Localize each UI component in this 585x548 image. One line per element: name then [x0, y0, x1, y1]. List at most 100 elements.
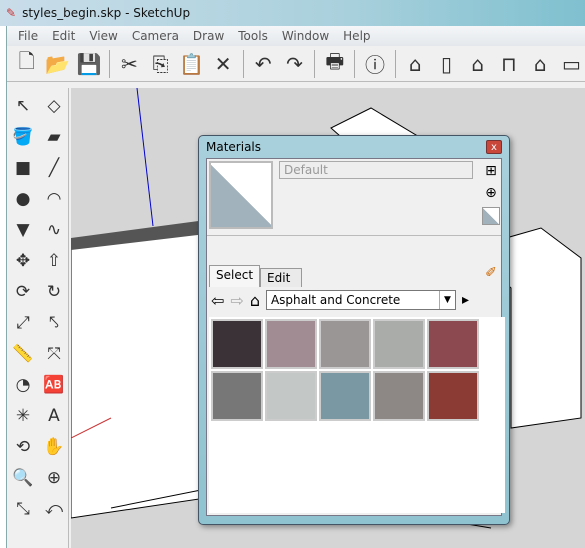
front-view-icon[interactable]: ⌂ — [464, 50, 491, 78]
material-name-field[interactable]: Default — [279, 161, 473, 179]
details-icon[interactable]: ⊞ — [482, 163, 500, 181]
toolbar-separator — [242, 49, 244, 78]
chevron-down-icon[interactable]: ▼ — [438, 291, 455, 309]
paint-bucket-icon[interactable]: 🪣 — [9, 123, 37, 151]
paste-icon[interactable]: 📋 — [178, 50, 205, 78]
material-swatch[interactable] — [427, 319, 479, 369]
toolbar-separator — [354, 49, 356, 78]
orbit-icon[interactable]: ⟲ — [9, 433, 37, 461]
follow-me-icon[interactable]: ↻ — [40, 278, 68, 306]
home-icon[interactable]: ⌂ — [250, 291, 260, 310]
material-preview — [209, 161, 273, 229]
menu-camera[interactable]: Camera — [125, 29, 186, 43]
dialog-title: Materials — [206, 140, 262, 154]
menu-bar: File Edit View Camera Draw Tools Window Help — [7, 26, 585, 46]
arc-icon[interactable]: ◠ — [40, 185, 68, 213]
close-button[interactable]: x — [486, 140, 502, 154]
3d-text-icon[interactable]: A — [40, 402, 68, 430]
toolbar-separator — [314, 49, 316, 78]
divider — [207, 235, 501, 236]
nav-row: ⇦ ⇨ ⌂ Asphalt and Concrete ▼ ▸ — [211, 289, 501, 311]
tab-select[interactable]: Select — [209, 265, 261, 287]
zoom-window-icon[interactable]: ⊕ — [40, 464, 68, 492]
scale-icon[interactable]: ⤢ — [9, 309, 37, 337]
main-toolbar: 🗋 📂 💾 ✂ ⎘ 📋 ✕ ↶ ↷ 🖶 ⓘ ⌂ ▯ ⌂ ⊓ ⌂ ▭ — [7, 46, 585, 82]
pan-icon[interactable]: ✋ — [40, 433, 68, 461]
tab-bar: Select Edit — [209, 265, 303, 287]
push-pull-icon[interactable]: ⇧ — [40, 247, 68, 275]
zoom-extents-icon[interactable]: ⤡ — [9, 495, 37, 523]
menu-file[interactable]: File — [11, 29, 45, 43]
collection-value: Asphalt and Concrete — [270, 293, 401, 307]
right-view-icon[interactable]: ⊓ — [495, 50, 522, 78]
iso-view-icon[interactable]: ⌂ — [402, 50, 429, 78]
copy-icon[interactable]: ⎘ — [147, 50, 174, 78]
material-swatch[interactable] — [373, 319, 425, 369]
save-icon[interactable]: 💾 — [76, 50, 103, 78]
material-swatch[interactable] — [319, 371, 371, 421]
tab-edit[interactable]: Edit — [260, 268, 303, 287]
material-swatch[interactable] — [427, 371, 479, 421]
sketchup-logo-icon: ✎ — [6, 6, 17, 20]
material-swatch[interactable] — [211, 371, 263, 421]
move-icon[interactable]: ✥ — [9, 247, 37, 275]
sample-paint-icon[interactable]: ✐ — [482, 265, 500, 283]
blue-axis — [136, 88, 154, 227]
make-component-icon[interactable]: ◇ — [40, 92, 68, 120]
print-icon[interactable]: 🖶 — [321, 49, 348, 78]
tape-measure-icon[interactable]: 📏 — [9, 340, 37, 368]
material-swatch[interactable] — [319, 319, 371, 369]
material-swatch[interactable] — [265, 319, 317, 369]
previous-icon[interactable]: ⤺ — [40, 495, 68, 523]
rectangle-icon[interactable]: ■ — [9, 154, 37, 182]
top-view-icon[interactable]: ▯ — [433, 50, 460, 78]
eraser-icon[interactable]: ▰ — [40, 123, 68, 151]
dimension-icon[interactable]: ⤧ — [40, 340, 68, 368]
select-icon[interactable]: ↖ — [9, 92, 37, 120]
material-swatch[interactable] — [373, 371, 425, 421]
collection-dropdown[interactable]: Asphalt and Concrete ▼ — [265, 290, 456, 310]
circle-icon[interactable]: ● — [9, 185, 37, 213]
back-arrow-icon[interactable]: ⇦ — [211, 291, 224, 310]
menu-draw[interactable]: Draw — [186, 29, 231, 43]
create-material-icon[interactable]: ⊕ — [482, 185, 500, 203]
dialog-title-bar[interactable]: Materials x — [206, 136, 502, 158]
menu-help[interactable]: Help — [336, 29, 377, 43]
tools-toolbar: ↖ ◇ 🪣 ▰ ■ ╱ ● ◠ ▼ ∿ ✥ ⇧ ⟳ ↻ ⤢ ⤣ 📏 ⤧ ◔ 🆎 ✳ A ⟲ ✋ 🔍 ⊕ ⤡ ⤺ — [7, 88, 69, 548]
title-bar: ✎ styles_begin.skp - SketchUp — [0, 0, 585, 26]
cut-icon[interactable]: ✂ — [116, 50, 143, 78]
rotate-icon[interactable]: ⟳ — [9, 278, 37, 306]
axes-icon[interactable]: ✳ — [9, 402, 37, 430]
back-view-icon[interactable]: ⌂ — [527, 50, 554, 78]
undo-icon[interactable]: ↶ — [250, 50, 277, 78]
new-icon[interactable]: 🗋 — [13, 49, 40, 78]
redo-icon[interactable]: ↷ — [281, 50, 308, 78]
building-wall — [71, 227, 207, 519]
material-swatch[interactable] — [265, 371, 317, 421]
forward-arrow-icon[interactable]: ⇨ — [230, 291, 243, 310]
toolbar-separator — [108, 49, 110, 78]
menu-view[interactable]: View — [82, 29, 124, 43]
menu-tools[interactable]: Tools — [231, 29, 275, 43]
model-info-icon[interactable]: ⓘ — [361, 50, 388, 78]
details-menu-icon[interactable]: ▸ — [462, 292, 469, 308]
offset-icon[interactable]: ⤣ — [40, 309, 68, 337]
materials-dialog: Materials x Default ⊞ ⊕ Select Edit ✐ ⇦ … — [198, 135, 510, 525]
window-title: styles_begin.skp - SketchUp — [22, 6, 191, 20]
line-icon[interactable]: ╱ — [40, 154, 68, 182]
polygon-icon[interactable]: ▼ — [9, 216, 37, 244]
zoom-icon[interactable]: 🔍 — [9, 464, 37, 492]
protractor-icon[interactable]: ◔ — [9, 371, 37, 399]
erase-icon[interactable]: ✕ — [209, 50, 236, 78]
left-view-icon[interactable]: ▭ — [558, 50, 585, 78]
dialog-body: Default ⊞ ⊕ Select Edit ✐ ⇦ ⇨ ⌂ Asphalt … — [206, 158, 505, 516]
menu-window[interactable]: Window — [275, 29, 336, 43]
open-icon[interactable]: 📂 — [44, 50, 71, 78]
material-swatch[interactable] — [211, 319, 263, 369]
default-material-icon[interactable] — [482, 207, 500, 225]
text-icon[interactable]: 🆎 — [40, 371, 68, 399]
freehand-icon[interactable]: ∿ — [40, 216, 68, 244]
toolbar-separator — [394, 49, 396, 78]
menu-edit[interactable]: Edit — [45, 29, 82, 43]
material-swatch-grid — [209, 317, 505, 513]
